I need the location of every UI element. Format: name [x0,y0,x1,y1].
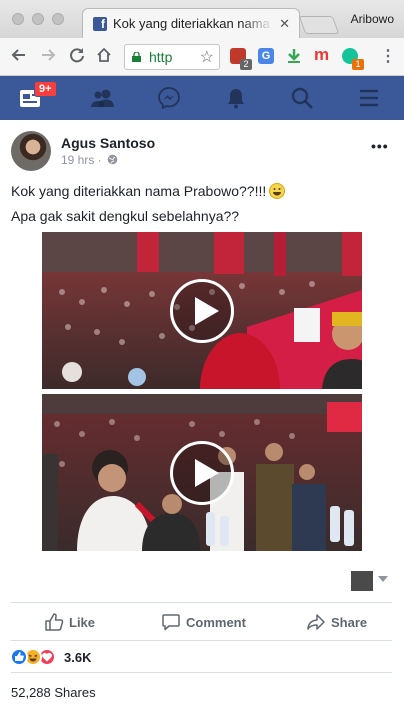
author-name[interactable]: Agus Santoso [61,135,155,151]
maximize-window-icon[interactable] [52,13,64,25]
like-button[interactable]: Like [44,611,114,633]
post-text-line-1: Kok yang diteriakkan nama Prabowo??!!! [11,183,286,199]
messenger-icon [158,87,180,109]
share-arrow-icon [307,614,325,630]
grammarly-icon[interactable]: 1 [342,48,364,70]
forward-arrow-icon[interactable] [40,47,56,67]
nav-menu[interactable] [339,76,399,120]
comment-icon [162,614,180,631]
comment-button[interactable]: Comment [161,611,251,633]
bookmark-star-icon[interactable]: ☆ [200,47,214,67]
lock-icon [132,52,141,62]
post-options-icon[interactable]: ••• [371,138,389,154]
actions-bottom-divider [11,640,392,641]
profile-name[interactable]: Aribowo [351,12,394,26]
hamburger-menu-icon [360,89,378,107]
nav-news-feed[interactable]: 9+ [0,76,60,120]
reactions-count: 3.6K [64,650,92,665]
translate-icon[interactable]: G [258,48,274,64]
shares-count[interactable]: 52,288 Shares [11,685,96,700]
extension-badge: 1 [352,59,364,70]
browser-title-bar: f Kok yang diteriakkan nama Prabowo ✕ Ar… [0,0,404,38]
browser-toolbar: http ☆ 2 G m 1 ⋮ [0,38,404,76]
nav-notifications[interactable] [206,76,266,120]
search-icon [291,87,313,109]
nav-messenger[interactable] [139,76,199,120]
browser-tab-active[interactable]: f Kok yang diteriakkan nama Prabowo ✕ [82,8,300,38]
video-thumbnail-1[interactable] [42,232,362,389]
post-action-bar: Like Comment Share [0,605,404,639]
share-button[interactable]: Share [306,611,376,633]
back-arrow-icon[interactable] [11,47,27,67]
extension-badge: 2 [240,59,252,70]
download-icon[interactable] [286,48,302,64]
address-bar[interactable]: http ☆ [124,44,220,70]
page-avatar-thumbnail[interactable] [351,571,373,591]
shield-icon[interactable]: 2 [230,48,252,70]
chrome-menu-icon[interactable]: ⋮ [380,47,396,67]
feed-post: Agus Santoso 19 hrs · ••• Kok yang diter… [0,120,404,719]
friends-icon [91,89,114,107]
play-button-icon[interactable] [170,279,234,343]
reactions-divider [11,672,392,673]
author-avatar[interactable] [11,131,51,171]
like-reaction-icon [10,648,28,666]
video-thumbnail-2[interactable] [42,394,362,551]
nav-search[interactable] [272,76,332,120]
minimize-window-icon[interactable] [32,13,44,25]
home-icon[interactable] [96,47,112,67]
actions-top-divider [11,602,392,603]
nav-friends[interactable] [72,76,132,120]
close-tab-icon[interactable]: ✕ [279,16,290,32]
post-time[interactable]: 19 hrs · [61,153,102,167]
tab-title: Kok yang diteriakkan nama Prabowo [113,16,273,31]
facebook-top-nav: 9+ [0,76,404,120]
facebook-favicon-icon: f [93,17,107,31]
reload-icon[interactable] [69,47,85,67]
url-text: http [149,49,173,65]
play-button-icon[interactable] [170,441,234,505]
globe-icon [107,154,118,165]
caret-down-icon[interactable] [378,576,388,582]
post-text-line-2: Apa gak sakit dengkul sebelahnya?? [11,208,240,224]
notification-badge: 9+ [34,81,57,97]
new-tab-button[interactable] [298,16,340,34]
close-window-icon[interactable] [12,13,24,25]
post-meta: 19 hrs · [61,153,118,167]
grinning-sweat-emoji-icon [269,183,286,199]
bell-icon [228,89,244,109]
m-icon[interactable]: m [314,46,330,64]
thumbs-up-icon [45,613,64,631]
